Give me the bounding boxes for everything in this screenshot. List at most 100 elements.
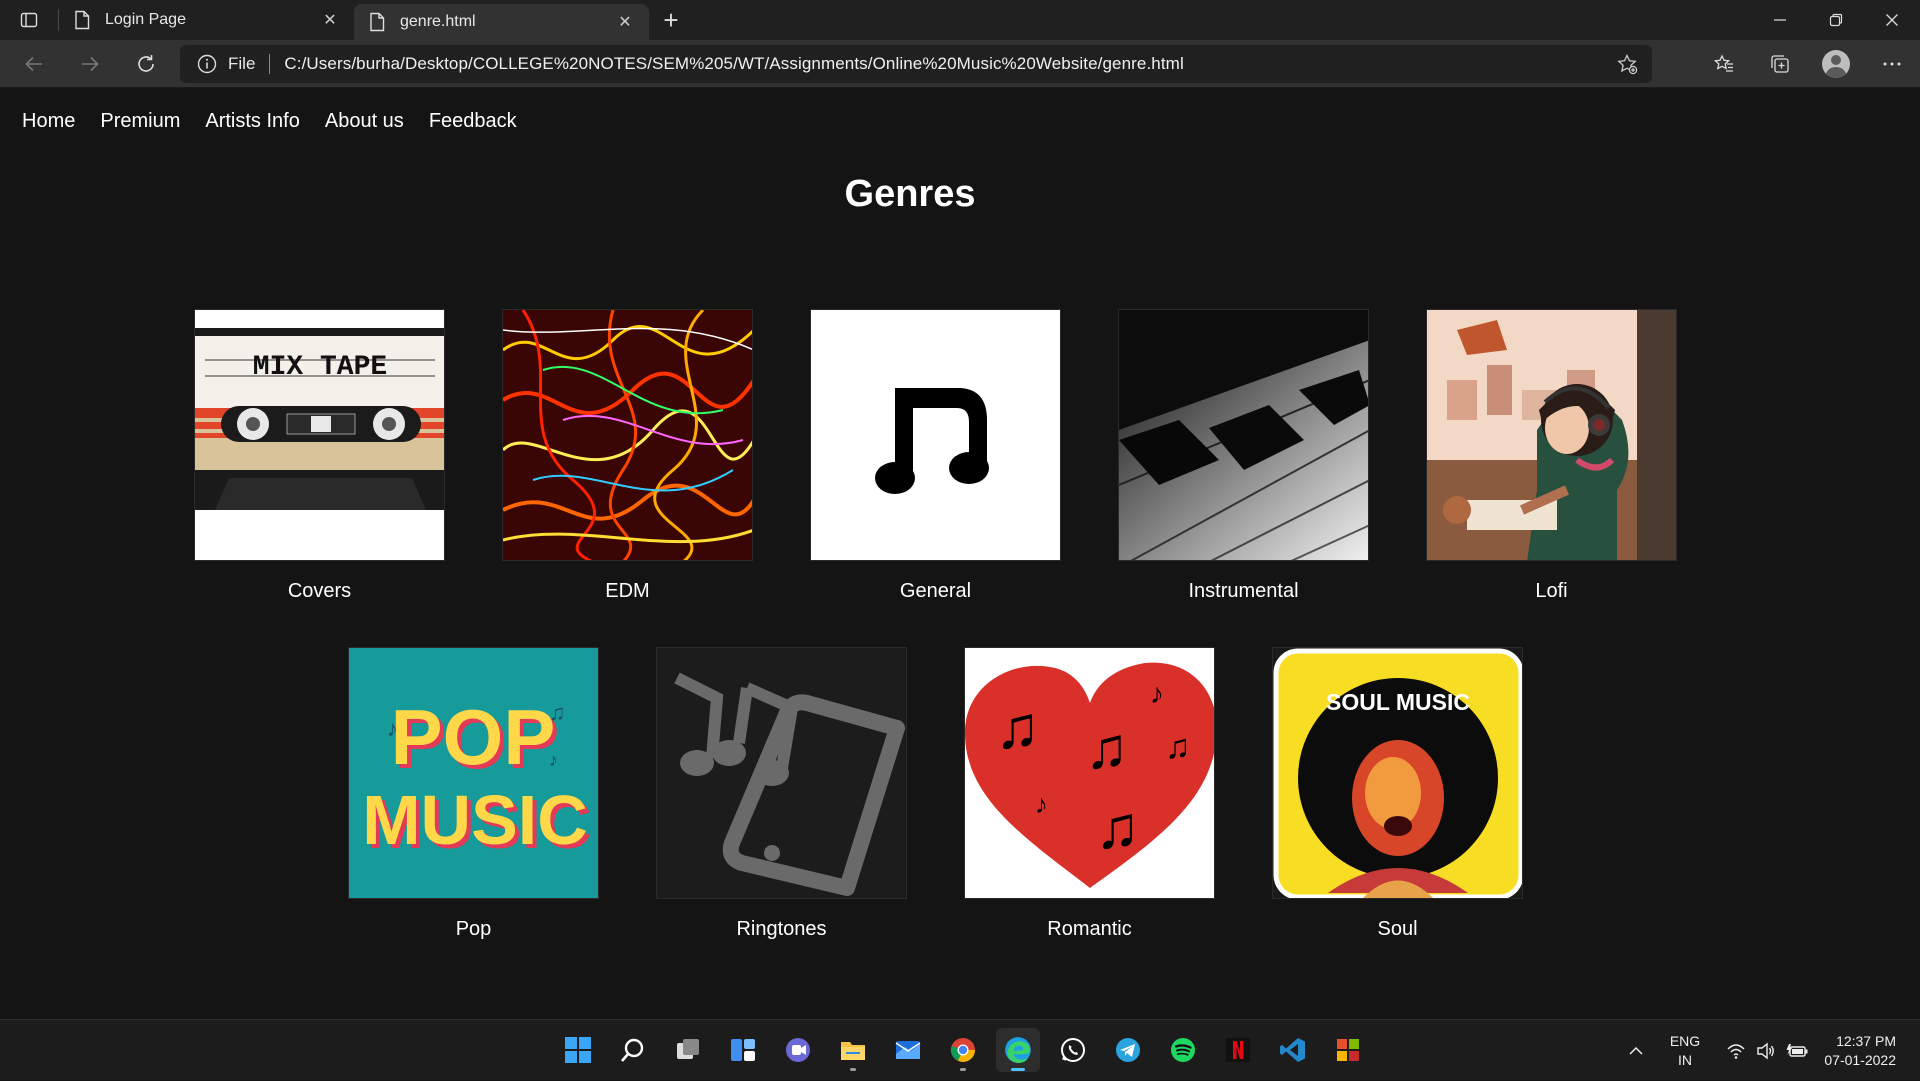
genre-image-general[interactable] xyxy=(810,309,1061,561)
clock-time: 12:37 PM xyxy=(1836,1032,1896,1049)
whatsapp-button[interactable] xyxy=(1051,1028,1095,1072)
whatsapp-icon xyxy=(1061,1038,1085,1062)
widgets-icon xyxy=(731,1039,755,1061)
piano-keys-image xyxy=(1119,310,1368,560)
address-bar[interactable]: File C:/Users/burha/Desktop/COLLEGE%20NO… xyxy=(180,45,1652,83)
mail-button[interactable] xyxy=(886,1028,930,1072)
chrome-button[interactable] xyxy=(941,1028,985,1072)
genre-name[interactable]: Pop xyxy=(348,918,599,941)
vscode-icon xyxy=(1280,1038,1305,1062)
tab-login-page[interactable]: Login Page ✕ xyxy=(59,0,354,40)
file-explorer-icon xyxy=(841,1042,865,1060)
genre-card-pop[interactable]: POP POP MUSIC MUSIC ♪ ♫ ♪ Pop xyxy=(348,647,599,941)
language-code: ENG xyxy=(1669,1032,1701,1049)
telegram-button[interactable] xyxy=(1106,1028,1150,1072)
add-favorite-icon[interactable] xyxy=(1616,53,1638,75)
genre-name[interactable]: General xyxy=(810,580,1061,603)
vscode-button[interactable] xyxy=(1271,1028,1315,1072)
start-icon xyxy=(565,1037,591,1063)
genre-card-covers[interactable]: MIX TAPE Covers xyxy=(194,309,445,603)
forward-button[interactable] xyxy=(62,40,118,88)
lofi-girl-image xyxy=(1427,310,1676,560)
favorites-button[interactable] xyxy=(1696,40,1752,88)
telegram-icon xyxy=(1116,1038,1140,1062)
tab-genre-html[interactable]: genre.html ✕ xyxy=(354,4,649,40)
minimize-button[interactable] xyxy=(1752,0,1808,40)
svg-text:♫: ♫ xyxy=(549,700,566,725)
more-icon xyxy=(1883,62,1901,66)
nav-about-us-link[interactable]: About us xyxy=(325,110,404,133)
genre-image-pop[interactable]: POP POP MUSIC MUSIC ♪ ♫ ♪ xyxy=(348,647,599,899)
settings-more-button[interactable] xyxy=(1864,40,1920,88)
close-window-button[interactable] xyxy=(1864,0,1920,40)
music-note-image xyxy=(811,310,1060,560)
close-tab-icon[interactable]: ✕ xyxy=(320,10,340,30)
tab-actions-button[interactable] xyxy=(0,0,58,40)
genre-name[interactable]: Soul xyxy=(1272,918,1523,941)
genre-name[interactable]: Lofi xyxy=(1426,580,1677,603)
close-icon xyxy=(1886,14,1898,26)
task-view-button[interactable] xyxy=(666,1028,710,1072)
nav-premium-link[interactable]: Premium xyxy=(100,110,180,133)
widgets-button[interactable] xyxy=(721,1028,765,1072)
back-button[interactable] xyxy=(6,40,62,88)
windows-taskbar: ENG IN 12:37 PM 07-01-2022 xyxy=(0,1019,1920,1080)
genre-name[interactable]: Instrumental xyxy=(1118,580,1369,603)
chevron-up-icon xyxy=(1629,1046,1643,1055)
genre-image-soul[interactable]: SOUL MUSIC xyxy=(1272,647,1523,899)
input-language-indicator[interactable]: ENG IN xyxy=(1656,1032,1714,1070)
refresh-button[interactable] xyxy=(118,40,174,88)
netflix-button[interactable] xyxy=(1216,1028,1260,1072)
genre-card-edm[interactable]: EDM xyxy=(502,309,753,603)
active-indicator xyxy=(1011,1068,1025,1071)
genre-card-romantic[interactable]: ♫ ♫ ♫ ♫ ♪ ♪ Romantic xyxy=(964,647,1215,941)
genre-card-general[interactable]: General xyxy=(810,309,1061,603)
genre-card-soul[interactable]: SOUL MUSIC Soul xyxy=(1272,647,1523,941)
genre-name[interactable]: Covers xyxy=(194,580,445,603)
collections-button[interactable] xyxy=(1752,40,1808,88)
clock-date: 07-01-2022 xyxy=(1824,1051,1896,1068)
nav-artists-info-link[interactable]: Artists Info xyxy=(205,110,299,133)
tab-title: genre.html xyxy=(400,13,476,30)
restore-button[interactable] xyxy=(1808,0,1864,40)
edge-icon xyxy=(1005,1037,1031,1064)
file-explorer-button[interactable] xyxy=(831,1028,875,1072)
avatar xyxy=(1822,50,1850,78)
nav-home-link[interactable]: Home xyxy=(22,110,75,133)
office-button[interactable] xyxy=(1326,1028,1370,1072)
genre-name[interactable]: EDM xyxy=(502,580,753,603)
nav-feedback-link[interactable]: Feedback xyxy=(429,110,517,133)
genre-image-romantic[interactable]: ♫ ♫ ♫ ♫ ♪ ♪ xyxy=(964,647,1215,899)
genre-card-ringtones[interactable]: Ringtones xyxy=(656,647,907,941)
pop-text: POP xyxy=(391,693,556,781)
teams-chat-button[interactable] xyxy=(776,1028,820,1072)
music-text: MUSIC xyxy=(362,781,588,859)
info-icon[interactable] xyxy=(196,53,218,75)
restore-icon xyxy=(1829,13,1843,27)
cassette-tape-image: MIX TAPE xyxy=(195,310,444,560)
url-text[interactable]: C:/Users/burha/Desktop/COLLEGE%20NOTES/S… xyxy=(284,54,1183,74)
edge-button[interactable] xyxy=(996,1028,1040,1072)
genre-image-lofi[interactable] xyxy=(1426,309,1677,561)
pop-music-poster-image: POP POP MUSIC MUSIC ♪ ♫ ♪ xyxy=(349,648,598,898)
genre-image-ringtones[interactable] xyxy=(656,647,907,899)
genre-card-lofi[interactable]: Lofi xyxy=(1426,309,1677,603)
genre-image-covers[interactable]: MIX TAPE xyxy=(194,309,445,561)
close-tab-icon[interactable]: ✕ xyxy=(615,12,635,32)
clock[interactable]: 12:37 PM 07-01-2022 xyxy=(1820,1032,1920,1070)
profile-button[interactable] xyxy=(1808,40,1864,88)
spotify-button[interactable] xyxy=(1161,1028,1205,1072)
search-button[interactable] xyxy=(611,1028,655,1072)
start-button[interactable] xyxy=(556,1028,600,1072)
genre-image-instrumental[interactable] xyxy=(1118,309,1369,561)
quick-settings-button[interactable] xyxy=(1714,1041,1820,1061)
genre-name[interactable]: Ringtones xyxy=(656,918,907,941)
page-icon xyxy=(370,12,385,32)
genre-name[interactable]: Romantic xyxy=(964,918,1215,941)
genre-image-edm[interactable] xyxy=(502,309,753,561)
toolbar-right-actions xyxy=(1696,40,1920,88)
show-hidden-icons-button[interactable] xyxy=(1616,1042,1656,1060)
genre-card-instrumental[interactable]: Instrumental xyxy=(1118,309,1369,603)
new-tab-button[interactable]: + xyxy=(649,0,693,40)
mail-icon xyxy=(895,1041,921,1059)
